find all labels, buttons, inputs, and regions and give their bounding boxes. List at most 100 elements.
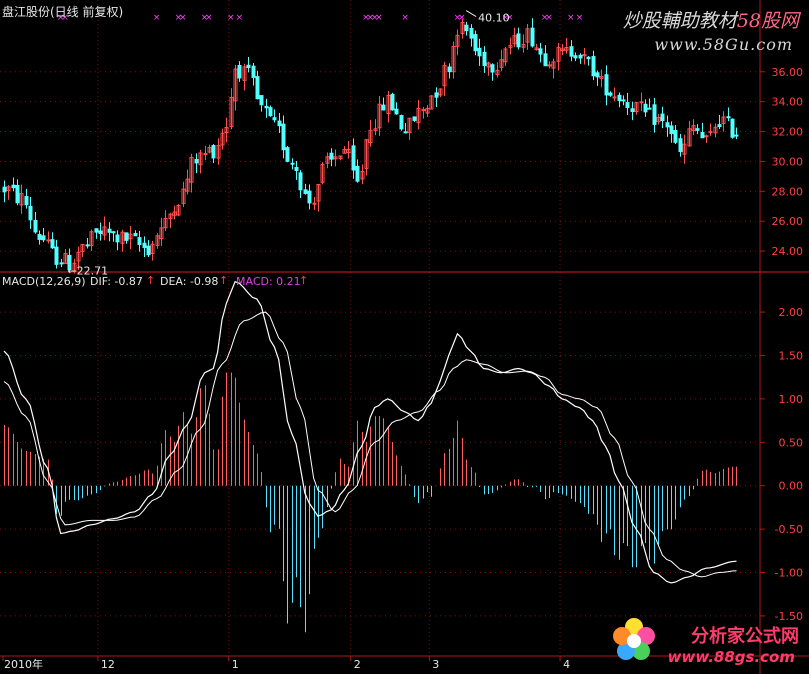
candle-body: [643, 103, 648, 113]
stock-title: 盘江股份(日线 前复权): [2, 5, 124, 19]
candle-body: [146, 245, 151, 256]
dea-value-label: DEA: -0.98: [160, 275, 219, 288]
info-marker-icon: ×: [153, 13, 161, 23]
info-marker-icon: ×: [576, 13, 584, 23]
watermark-88gs-url: www.88gs.com: [667, 648, 795, 666]
candle-body: [272, 117, 277, 121]
candle-body: [11, 184, 16, 189]
price-tick-label: 34.00: [772, 96, 804, 109]
macd-tick-label: 0.00: [779, 480, 804, 493]
candle-body: [608, 92, 613, 96]
high-annotation-leader: [465, 10, 477, 17]
candle-body: [399, 115, 404, 130]
candle-body: [669, 125, 674, 134]
price-tick-label: 32.00: [772, 126, 804, 139]
candle-body: [695, 128, 700, 131]
candle-body: [673, 129, 678, 143]
candle-body: [264, 105, 269, 109]
x-tick-label: 3: [432, 658, 439, 671]
candle-body: [137, 237, 142, 245]
candle-body: [595, 72, 600, 78]
candle-body: [124, 232, 129, 241]
candle-body: [46, 239, 51, 242]
candle-body: [447, 66, 452, 73]
candle-body: [246, 64, 251, 68]
candle-body: [700, 132, 705, 139]
candle-body: [381, 104, 386, 111]
price-tick-label: 30.00: [772, 155, 804, 168]
candle-body: [277, 120, 282, 127]
candle-body: [678, 138, 683, 153]
dea-arrow-icon: ↑: [219, 274, 229, 287]
candle-body: [290, 162, 295, 165]
price-tick-label: 26.00: [772, 215, 804, 228]
candle-body: [390, 93, 395, 111]
stock-chart: ×× × ×× ×× × × ×××× × ×× ×× ×× × × 24.0026.0028.0030…: [0, 0, 809, 674]
candle-body: [717, 124, 722, 127]
candle-body: [107, 228, 112, 233]
info-marker-icon: ×: [375, 13, 383, 23]
candle-body: [2, 186, 7, 193]
candle-body: [578, 54, 583, 59]
candle-body: [251, 65, 256, 78]
candle-body: [652, 104, 657, 125]
candle-body: [307, 190, 312, 204]
price-tick-label: 36.00: [772, 66, 804, 79]
price-annotations: 40.10←22.71: [67, 10, 510, 277]
candle-body: [726, 116, 731, 119]
candle-body: [604, 74, 609, 96]
candle-body: [351, 145, 356, 171]
candlestick-series: [2, 18, 739, 274]
info-marker-icon: ×: [227, 13, 235, 23]
candle-body: [490, 64, 495, 73]
y-axis-ticks: 24.00 26.00 28.00 30.00 32.00 34.00 36.00 -1.50…: [760, 66, 803, 623]
price-tick-label: 24.00: [772, 245, 804, 258]
candle-body: [630, 108, 635, 112]
macd-tick-label: -0.50: [775, 523, 803, 536]
info-marker-icon: ×: [458, 13, 466, 23]
x-tick-label: 2010年: [4, 657, 43, 671]
candle-body: [268, 107, 273, 117]
dif-arrow-icon: ↑: [146, 274, 156, 287]
candle-body: [412, 116, 417, 121]
candle-body: [704, 135, 709, 138]
macd-tick-label: 1.50: [779, 349, 804, 362]
x-tick-label: 12: [101, 658, 115, 671]
candle-body: [85, 244, 90, 247]
candle-body: [730, 118, 735, 138]
candle-body: [473, 34, 478, 52]
candle-body: [98, 230, 103, 234]
candle-body: [329, 152, 334, 160]
candle-body: [211, 144, 216, 159]
candle-body: [298, 172, 303, 191]
x-axis-labels: 2010年 12 1 2 3 4: [2, 656, 570, 671]
candle-body: [586, 56, 591, 60]
candle-body: [660, 113, 665, 122]
candle-body: [37, 234, 42, 240]
candle-body: [133, 232, 138, 237]
candle-body: [734, 134, 739, 137]
flower-logo-icon: [613, 618, 655, 660]
candle-body: [259, 95, 264, 106]
macd-arrow-icon: ↑: [299, 274, 309, 287]
candle-body: [403, 131, 408, 134]
candle-body: [647, 107, 652, 110]
candle-body: [142, 242, 147, 248]
candle-body: [50, 239, 55, 249]
price-tick-label: 28.00: [772, 185, 804, 198]
macd-value-label: MACD: 0.21: [236, 275, 301, 288]
info-marker-icon: ×: [236, 13, 244, 23]
macd-tick-label: 1.00: [779, 393, 804, 406]
candle-body: [15, 184, 20, 204]
candle-body: [28, 205, 33, 221]
candle-body: [538, 48, 543, 55]
info-marker-icon: ×: [545, 13, 553, 23]
candle-body: [194, 158, 199, 164]
watermark-88gs-title: 分析家公式网: [691, 626, 799, 647]
info-marker-icon: ×: [401, 13, 409, 23]
info-marker-icon: ×: [179, 13, 187, 23]
candle-body: [708, 131, 713, 134]
macd-params-label: MACD(12,26,9): [2, 275, 86, 288]
candle-body: [625, 102, 630, 108]
candle-body: [530, 27, 535, 47]
